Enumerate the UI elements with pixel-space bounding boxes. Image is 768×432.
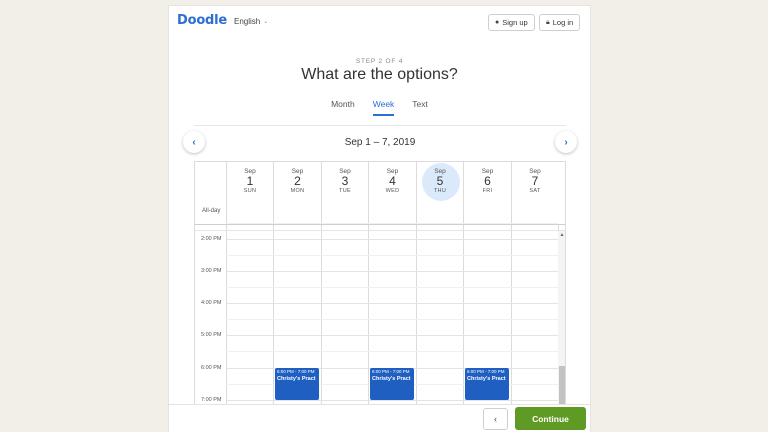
day-header-sun[interactable]: Sep 1 SUN — [226, 162, 273, 224]
column-line — [321, 225, 322, 406]
day-of-week: SUN — [243, 188, 257, 194]
calendar-header: Sep 1 – 7, 2019 — [194, 125, 566, 161]
half-hour-line — [226, 287, 558, 288]
hour-line — [226, 271, 558, 272]
day-header-mon[interactable]: Sep 2 MON — [273, 162, 321, 224]
scrollbar[interactable]: ▲ — [558, 231, 565, 406]
day-header-thu-today[interactable]: Sep 5 THU — [416, 162, 463, 224]
event-block-fri[interactable]: 6:00 PM - 7:00 PM Christy's Pract — [465, 368, 509, 400]
half-hour-line — [226, 351, 558, 352]
view-tabs: Month Week Text — [169, 99, 590, 116]
prev-week-button[interactable]: ‹ — [183, 131, 205, 153]
time-label: 2:00 PM — [201, 236, 222, 242]
date-range: Sep 1 – 7, 2019 — [344, 137, 416, 148]
half-hour-line — [226, 255, 558, 256]
column-line — [226, 225, 227, 406]
chevron-down-icon: ⌄ — [263, 19, 269, 25]
time-label: 5:00 PM — [201, 332, 222, 338]
half-hour-line — [226, 223, 558, 224]
column-line — [463, 225, 464, 406]
day-of-week: FRI — [482, 188, 493, 194]
hour-line — [226, 335, 558, 336]
day-of-week: TUE — [339, 188, 351, 194]
day-header-sat[interactable]: Sep 7 SAT — [511, 162, 558, 224]
day-header-tue[interactable]: Sep 3 TUE — [321, 162, 368, 224]
column-line — [416, 225, 417, 406]
tab-month[interactable]: Month — [331, 99, 355, 116]
doodle-logo[interactable]: Doodle — [177, 13, 227, 28]
step-indicator: STEP 2 OF 4 — [355, 58, 404, 65]
login-button[interactable]: 🔒︎ Log in — [539, 14, 581, 31]
day-number: 2 — [294, 174, 301, 188]
back-button[interactable]: ‹ — [483, 408, 508, 430]
day-number: 1 — [246, 174, 254, 188]
event-title: Christy's Pract — [467, 376, 506, 382]
column-line — [273, 225, 274, 406]
tab-text[interactable]: Text — [412, 99, 428, 116]
day-number: 6 — [484, 174, 491, 188]
day-number: 3 — [341, 174, 349, 188]
day-of-week: MON — [290, 188, 305, 194]
day-of-week: SAT — [529, 188, 541, 194]
next-week-button[interactable]: › — [555, 131, 577, 153]
event-time: 6:00 PM - 7:00 PM — [467, 369, 505, 374]
day-header-fri[interactable]: Sep 6 FRI — [463, 162, 511, 224]
time-label: 3:00 PM — [201, 268, 222, 274]
day-header-wed[interactable]: Sep 4 WED — [368, 162, 416, 224]
page-title: What are the options? — [301, 66, 458, 83]
chevron-left-icon: ‹ — [192, 136, 196, 148]
tab-week[interactable]: Week — [372, 99, 395, 116]
half-hour-line — [226, 319, 558, 320]
day-of-week: THU — [433, 188, 447, 194]
continue-button[interactable]: Continue — [515, 407, 586, 430]
signup-button[interactable]: ● Sign up — [488, 14, 535, 31]
week-grid: All-day Sep 1 SUN Sep 2 MON Sep 3 TUE Se… — [194, 161, 566, 406]
lock-icon: 🔒︎ — [546, 18, 550, 26]
scroll-up-icon[interactable]: ▲ — [558, 232, 565, 238]
scrollbar-thumb[interactable] — [559, 366, 565, 406]
footer-bar: ‹ Continue — [169, 404, 590, 432]
event-block-mon[interactable]: 6:00 PM - 7:00 PM Christy's Pract — [275, 368, 319, 400]
time-label: 7:00 PM — [201, 397, 222, 403]
column-line — [368, 225, 369, 406]
event-block-wed[interactable]: 6:00 PM - 7:00 PM Christy's Pract — [370, 368, 414, 400]
language-label: English — [234, 17, 261, 26]
day-of-week: WED — [385, 188, 400, 194]
day-number: 4 — [389, 174, 396, 188]
hour-line — [226, 303, 558, 304]
hour-line — [226, 239, 558, 240]
column-line — [511, 225, 512, 406]
event-title: Christy's Pract — [372, 376, 411, 382]
event-title: Christy's Pract — [277, 376, 316, 382]
day-number: 7 — [531, 174, 539, 188]
chevron-left-icon: ‹ — [494, 414, 497, 424]
hour-line — [226, 400, 558, 401]
event-time: 6:00 PM - 7:00 PM — [277, 369, 315, 374]
language-selector[interactable]: English ⌄ — [234, 17, 268, 26]
chevron-right-icon: › — [564, 136, 568, 148]
time-label: 4:00 PM — [201, 300, 222, 306]
all-day-label: All-day — [202, 208, 221, 214]
time-label: 6:00 PM — [201, 365, 222, 371]
signup-label: Sign up — [502, 18, 528, 27]
event-time: 6:00 PM - 7:00 PM — [372, 369, 410, 374]
time-column: 2:00 PM 3:00 PM 4:00 PM 5:00 PM 6:00 PM … — [195, 231, 226, 406]
day-number: 5 — [436, 174, 444, 188]
top-bar: Doodle English ⌄ ● Sign up 🔒︎ Log in — [169, 6, 590, 38]
poll-card: Doodle English ⌄ ● Sign up 🔒︎ Log in STE… — [169, 6, 590, 432]
login-label: Log in — [552, 18, 574, 27]
user-icon: ● — [495, 19, 500, 26]
